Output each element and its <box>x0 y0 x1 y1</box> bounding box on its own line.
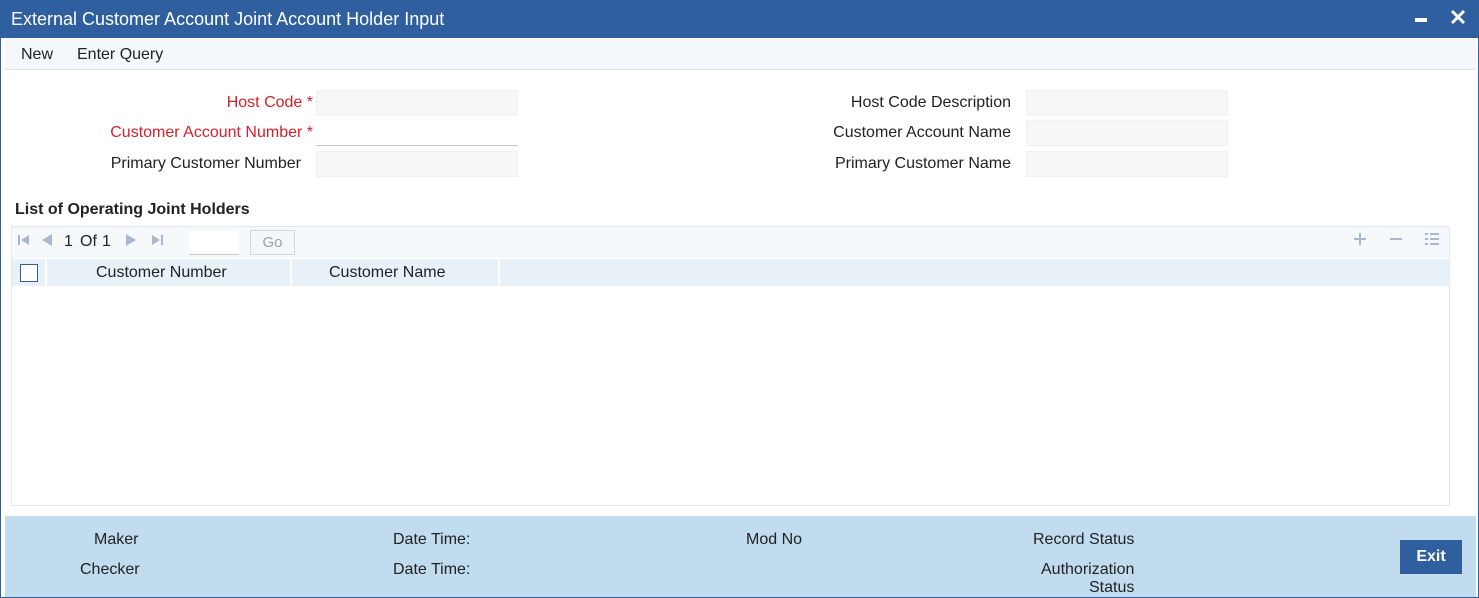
delete-row-glyph <box>1390 238 1402 240</box>
joint-holders-grid: 1 Of 1 Go Customer Number Customer Name <box>11 226 1450 506</box>
audit-footer: Maker Checker Date Time: Date Time: Mod … <box>5 516 1476 597</box>
customer-account-number-label-text: Customer Account Number <box>110 124 303 141</box>
menu-bar: New Enter Query <box>5 39 1476 70</box>
primary-customer-name-label: Primary Customer Name <box>834 155 1011 172</box>
previous-page-icon[interactable] <box>40 233 54 250</box>
single-view-glyph <box>1425 233 1439 245</box>
menu-new[interactable]: New <box>21 46 53 64</box>
host-code-label-text: Host Code <box>226 94 303 111</box>
required-marker: * <box>306 94 313 111</box>
authorization-status-label-line2: Status <box>1089 579 1135 596</box>
host-code-field[interactable] <box>316 90 518 116</box>
delete-row-icon[interactable] <box>1388 230 1404 253</box>
next-page-glyph <box>126 234 136 246</box>
last-page-glyph <box>152 235 163 245</box>
last-page-icon[interactable] <box>150 233 164 250</box>
primary-customer-number-field[interactable] <box>316 151 518 177</box>
menu-enter-query[interactable]: Enter Query <box>77 46 163 64</box>
page-total: 1 <box>102 233 111 250</box>
grid-pager: 1 Of 1 Go <box>12 227 1449 258</box>
minimize-icon[interactable] <box>1408 5 1434 33</box>
next-page-icon[interactable] <box>124 233 138 250</box>
maker-label: Maker <box>94 531 139 548</box>
checker-label: Checker <box>80 561 140 578</box>
dialog-window: External Customer Account Joint Account … <box>0 0 1479 598</box>
single-view-icon[interactable] <box>1424 230 1440 253</box>
add-row-icon[interactable] <box>1352 230 1368 253</box>
primary-customer-number-label: Primary Customer Number <box>110 155 301 172</box>
first-page-glyph <box>18 235 29 245</box>
exit-button[interactable]: Exit <box>1400 540 1462 574</box>
column-header-customer-name[interactable]: Customer Name <box>292 259 500 286</box>
previous-page-glyph <box>42 234 52 246</box>
close-glyph <box>1450 9 1466 25</box>
customer-account-name-field[interactable] <box>1026 120 1228 146</box>
host-code-description-field[interactable] <box>1026 90 1228 116</box>
required-marker: * <box>306 124 313 141</box>
column-header-customer-number[interactable]: Customer Number <box>47 259 292 286</box>
customer-account-name-label: Customer Account Name <box>833 124 1011 141</box>
customer-account-number-label: Customer Account Number * <box>61 124 313 142</box>
grid-header-row: Customer Number Customer Name <box>12 259 1449 286</box>
page-of-label: Of <box>80 233 97 250</box>
customer-account-number-field[interactable] <box>316 120 518 146</box>
maker-date-time-label: Date Time: <box>393 531 471 548</box>
authorization-status-label-line1: Authorization <box>1041 561 1135 578</box>
checker-date-time-label: Date Time: <box>393 561 471 578</box>
page-number-input[interactable] <box>189 231 239 255</box>
page-current: 1 <box>64 233 73 250</box>
add-row-glyph <box>1354 233 1366 245</box>
record-status-label: Record Status <box>1033 531 1135 548</box>
mod-no-label: Mod No <box>746 531 803 548</box>
title-bar: External Customer Account Joint Account … <box>1 1 1478 38</box>
primary-customer-name-field[interactable] <box>1026 151 1228 177</box>
host-code-label: Host Code * <box>101 94 313 112</box>
select-all-checkbox[interactable] <box>20 264 38 282</box>
joint-holders-section-title: List of Operating Joint Holders <box>15 201 250 218</box>
go-button[interactable]: Go <box>250 230 295 255</box>
window-title: External Customer Account Joint Account … <box>11 9 445 29</box>
first-page-icon[interactable] <box>17 233 31 250</box>
minimize-glyph <box>1415 18 1427 22</box>
select-all-cell <box>12 259 47 286</box>
host-code-description-label: Host Code Description <box>850 94 1011 111</box>
close-icon[interactable] <box>1445 5 1471 33</box>
